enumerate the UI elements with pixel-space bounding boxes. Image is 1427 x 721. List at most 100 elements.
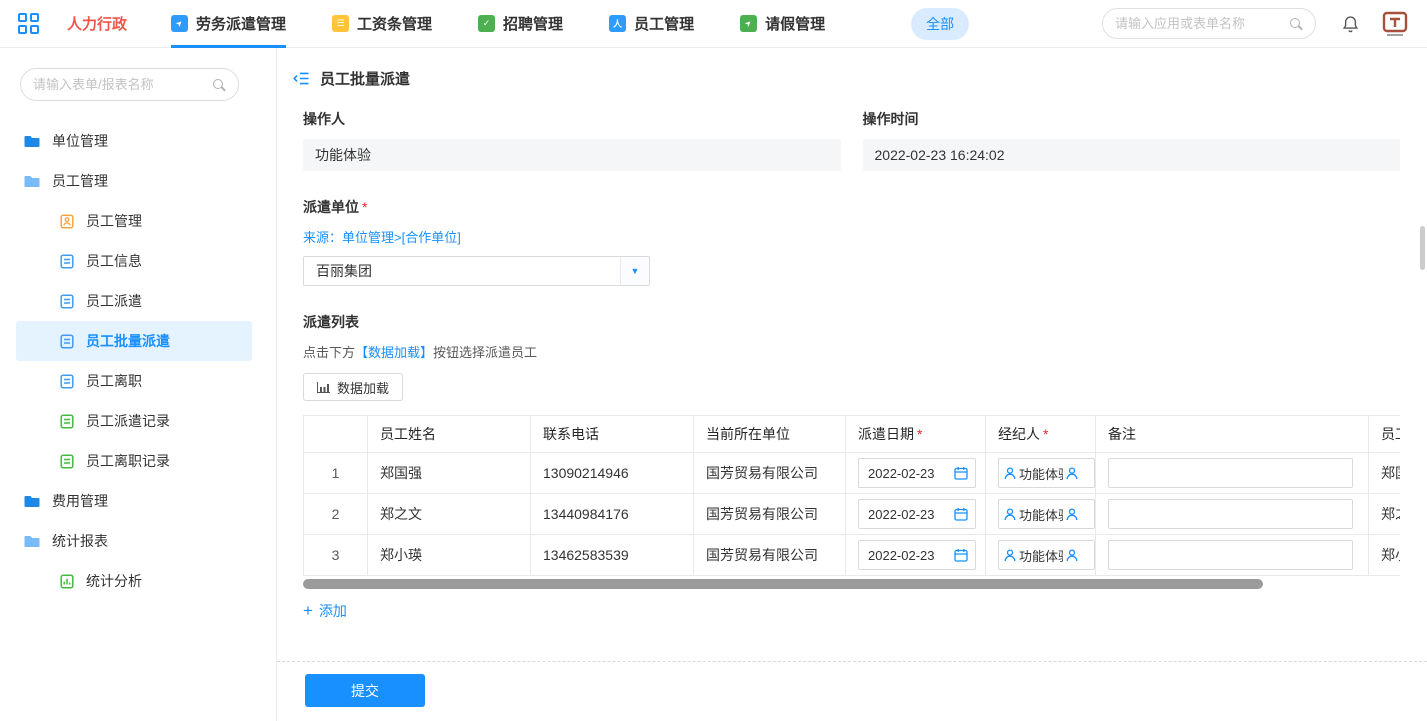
cell-unit: 国芳贸易有限公司 (694, 494, 846, 535)
calendar-icon[interactable] (954, 507, 968, 521)
calendar-icon[interactable] (954, 466, 968, 480)
cell-phone: 13462583539 (531, 535, 694, 576)
form-search[interactable] (20, 68, 239, 101)
sidebar-item-label: 统计分析 (86, 571, 142, 591)
column-header-index (304, 416, 368, 453)
collapse-sidebar-icon[interactable] (293, 71, 310, 86)
dispatch-date-input[interactable]: 2022-02-23 (858, 458, 976, 488)
sidebar-item-employee-dispatch[interactable]: 员工派遣 (16, 281, 252, 321)
form-search-input[interactable] (33, 77, 204, 92)
dispatch-unit-select[interactable]: 百丽集团 ▼ (303, 256, 650, 286)
plus-icon: + (303, 601, 313, 621)
operator-value: 功能体验 (303, 139, 841, 171)
tab-employee-management[interactable]: 人 员工管理 (609, 0, 694, 48)
remark-input[interactable] (1108, 540, 1353, 570)
horizontal-scrollbar[interactable] (303, 579, 1400, 589)
document-icon (60, 334, 74, 349)
sidebar-item-label: 员工批量派遣 (86, 331, 170, 351)
submit-button[interactable]: 提交 (305, 674, 425, 707)
all-apps-badge[interactable]: 全部 (911, 8, 969, 40)
column-header-unit: 当前所在单位 (694, 416, 846, 453)
sidebar-item-label: 单位管理 (52, 131, 108, 151)
person-icon[interactable] (1066, 549, 1078, 562)
dispatch-date-input[interactable]: 2022-02-23 (858, 499, 976, 529)
record-icon (60, 454, 74, 469)
column-header-employee: 员工 (1369, 416, 1401, 453)
bar-chart-icon (317, 382, 330, 393)
person-icon (1004, 467, 1016, 480)
sidebar-item-employee-management-form[interactable]: 员工管理 (16, 201, 252, 241)
app-grid-icon[interactable] (18, 13, 39, 34)
notification-bell-icon[interactable] (1342, 15, 1359, 33)
tab-leave-management[interactable]: ➤ 请假管理 (740, 0, 825, 48)
person-icon[interactable] (1066, 508, 1078, 521)
dispatch-table: 员工姓名 联系电话 当前所在单位 派遣日期* 经纪人* 备注 员工 (303, 415, 1400, 576)
person-icon[interactable] (1066, 467, 1078, 480)
sidebar-item-label: 费用管理 (52, 491, 108, 511)
caret-down-icon[interactable]: ▼ (620, 257, 649, 285)
sidebar-item-employee-management[interactable]: 员工管理 (16, 161, 252, 201)
column-header-date: 派遣日期* (846, 416, 986, 453)
add-row-button[interactable]: + 添加 (303, 601, 347, 621)
sidebar-item-unit-management[interactable]: 单位管理 (16, 121, 252, 161)
operator-label: 操作人 (303, 109, 841, 129)
data-load-button[interactable]: 数据加载 (303, 373, 403, 401)
hint-load-link[interactable]: 【数据加载】 (355, 345, 433, 360)
sidebar-item-label: 员工派遣记录 (86, 411, 170, 431)
person-icon (1004, 549, 1016, 562)
column-header-remark: 备注 (1096, 416, 1369, 453)
remark-input[interactable] (1108, 499, 1353, 529)
sidebar-item-expense-management[interactable]: 费用管理 (16, 481, 252, 521)
cell-unit: 国芳贸易有限公司 (694, 453, 846, 494)
sidebar-item-statistics-reports[interactable]: 统计报表 (16, 521, 252, 561)
brand-title[interactable]: 人力行政 (67, 13, 127, 34)
source-link[interactable]: 单位管理>[合作单位] (342, 230, 461, 245)
remark-input[interactable] (1108, 458, 1353, 488)
cell-name: 郑小瑛 (368, 535, 531, 576)
required-mark: * (362, 199, 367, 215)
dispatch-list-hint: 点击下方【数据加载】按钮选择派遣员工 (303, 342, 1400, 361)
tab-label: 招聘管理 (503, 13, 563, 34)
sidebar-item-resignation-records[interactable]: 员工离职记录 (16, 441, 252, 481)
tab-labor-dispatch[interactable]: ➤ 劳务派遣管理 (171, 0, 286, 48)
global-search-input[interactable] (1115, 16, 1281, 31)
agent-picker[interactable]: 功能体验 (998, 540, 1095, 570)
tab-recruitment[interactable]: ✓ 招聘管理 (478, 0, 563, 48)
column-header-agent: 经纪人* (986, 416, 1096, 453)
sidebar-item-label: 员工信息 (86, 251, 142, 271)
scrollbar-thumb[interactable] (303, 579, 1263, 589)
cell-name: 郑之文 (368, 494, 531, 535)
tab-label: 请假管理 (765, 13, 825, 34)
top-navbar: 人力行政 ➤ 劳务派遣管理 ☰ 工资条管理 ✓ 招聘管理 人 员工管理 ➤ 请假… (0, 0, 1427, 48)
column-header-name: 员工姓名 (368, 416, 531, 453)
tab-label: 员工管理 (634, 13, 694, 34)
send-icon: ➤ (740, 15, 757, 32)
app-tabs: ➤ 劳务派遣管理 ☰ 工资条管理 ✓ 招聘管理 人 员工管理 ➤ 请假管理 (171, 0, 871, 48)
batch-dispatch-form: 操作人 功能体验 操作时间 2022-02-23 16:24:02 派遣单位* … (277, 95, 1427, 621)
sidebar-item-employee-resignation[interactable]: 员工离职 (16, 361, 252, 401)
global-search[interactable] (1102, 8, 1316, 39)
sidebar-item-employee-batch-dispatch[interactable]: 员工批量派遣 (16, 321, 252, 361)
agent-picker[interactable]: 功能体验 (998, 499, 1095, 529)
table-row: 3 郑小瑛 13462583539 国芳贸易有限公司 2022-02-23 功能… (304, 535, 1401, 576)
company-logo[interactable] (1381, 10, 1409, 38)
dispatch-unit-label: 派遣单位* (303, 197, 1400, 217)
search-icon[interactable] (212, 78, 226, 92)
dispatch-date-input[interactable]: 2022-02-23 (858, 540, 976, 570)
row-index: 2 (304, 494, 368, 535)
form-footer: 提交 (277, 661, 1427, 721)
search-icon[interactable] (1289, 17, 1303, 31)
operation-time-label: 操作时间 (863, 109, 1401, 129)
sidebar-item-statistics-analysis[interactable]: 统计分析 (16, 561, 252, 601)
cell-employee: 郑之文 (1369, 494, 1401, 535)
sidebar-item-dispatch-records[interactable]: 员工派遣记录 (16, 401, 252, 441)
cell-name: 郑国强 (368, 453, 531, 494)
vertical-scrollbar-thumb[interactable] (1420, 226, 1425, 270)
sidebar-item-label: 员工管理 (52, 171, 108, 191)
calendar-icon[interactable] (954, 548, 968, 562)
tab-payslip[interactable]: ☰ 工资条管理 (332, 0, 432, 48)
agent-picker[interactable]: 功能体验 (998, 458, 1095, 488)
sidebar-item-employee-info[interactable]: 员工信息 (16, 241, 252, 281)
send-icon: ➤ (171, 15, 188, 32)
row-index: 1 (304, 453, 368, 494)
